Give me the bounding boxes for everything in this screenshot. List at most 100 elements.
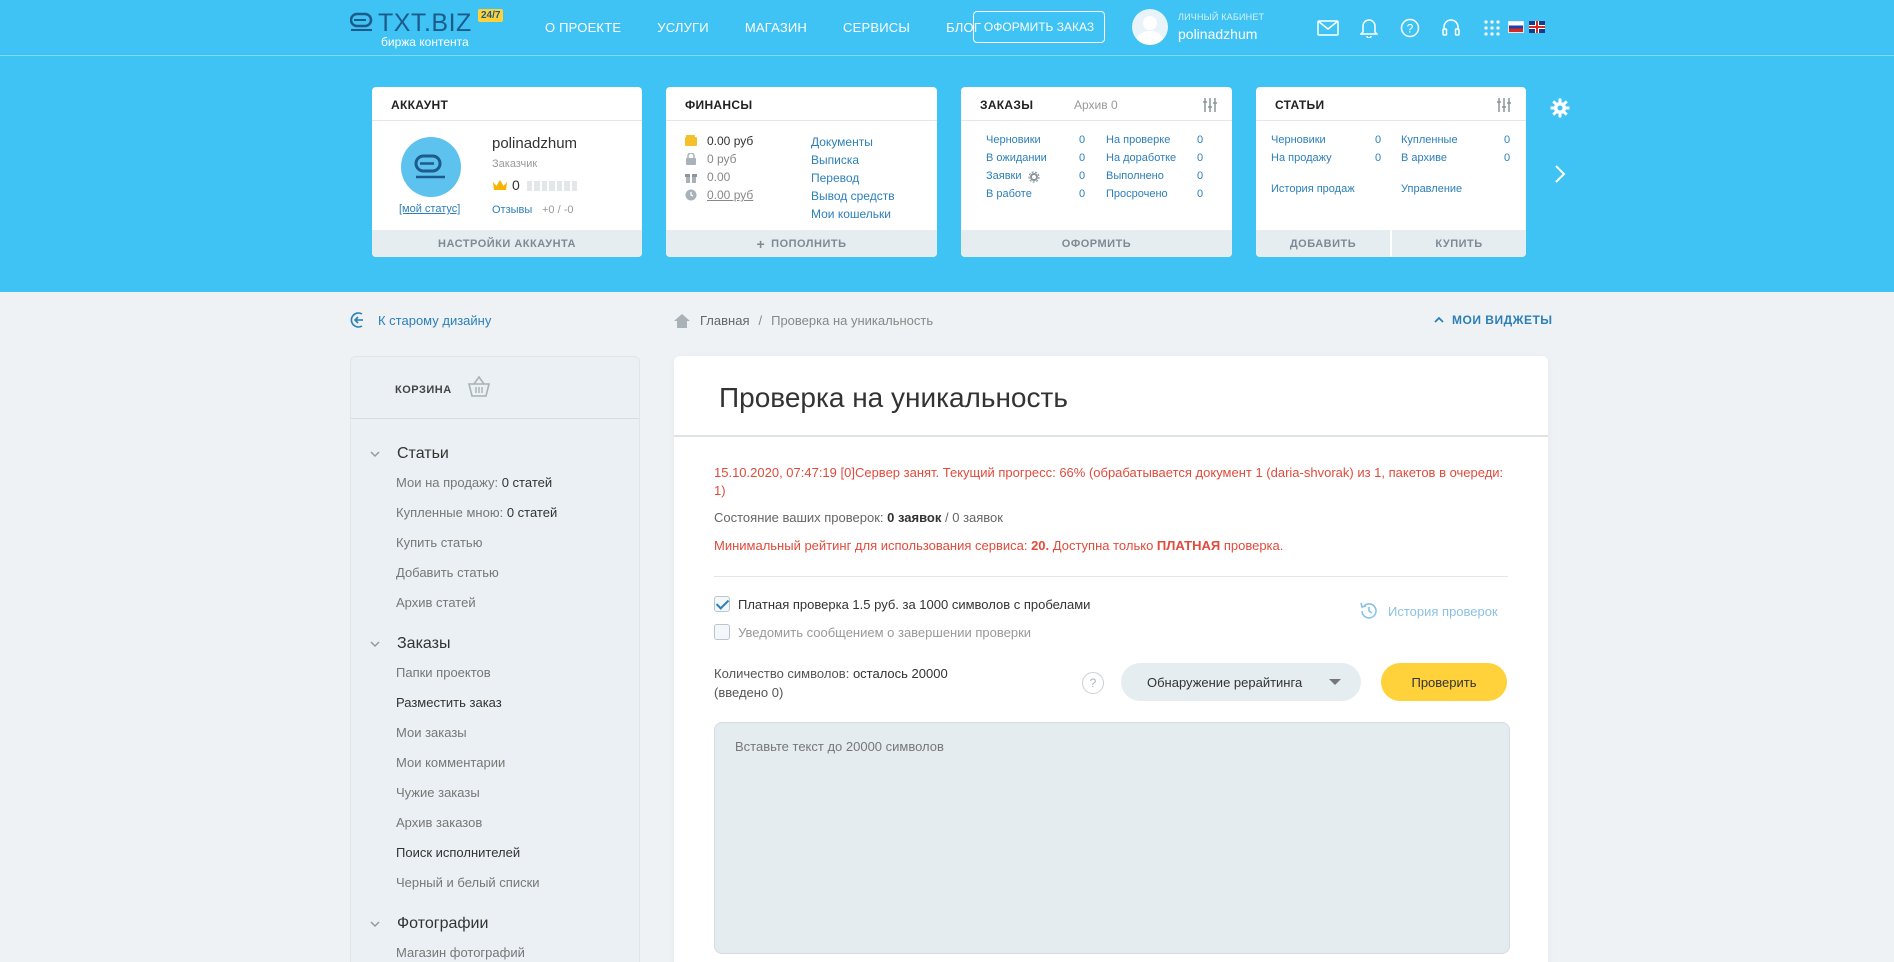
breadcrumb-home[interactable]: Главная	[700, 313, 749, 328]
orders-archive-link[interactable]: Архив 0	[1074, 98, 1118, 112]
bell-icon[interactable]	[1357, 16, 1381, 40]
withdraw-link[interactable]: Вывод средств	[811, 189, 895, 203]
check-button[interactable]: Проверить	[1381, 663, 1507, 701]
question-icon[interactable]: ?	[1082, 672, 1104, 694]
user-cabinet[interactable]: ЛИЧНЫЙ КАБИНЕТ polinadzhum	[1132, 8, 1282, 48]
orders-in-progress-link[interactable]: В работе	[986, 188, 1032, 200]
sidebar-item-my-for-sale[interactable]: Мои на продажу: 0 статей	[396, 475, 552, 490]
caret-down-icon	[1329, 679, 1341, 685]
help-icon[interactable]: ?	[1398, 16, 1422, 40]
sidebar-item-photo-shop[interactable]: Магазин фотографий	[396, 945, 525, 960]
home-icon[interactable]	[674, 313, 690, 328]
orders-overdue-link[interactable]: Просрочено	[1106, 188, 1168, 200]
top-up-button[interactable]: + ПОПОЛНИТЬ	[666, 230, 937, 257]
text-input[interactable]	[714, 722, 1510, 954]
widget-title: ФИНАНСЫ	[685, 98, 753, 112]
account-settings-button[interactable]: НАСТРОЙКИ АККАУНТА	[372, 230, 642, 257]
articles-for-sale-link[interactable]: На продажу	[1271, 152, 1332, 164]
logo-mark-icon	[350, 12, 373, 31]
statement-link[interactable]: Выписка	[811, 153, 859, 167]
sliders-icon[interactable]	[1496, 97, 1512, 113]
documents-link[interactable]: Документы	[811, 135, 873, 149]
chevron-down-icon	[370, 451, 380, 458]
sidebar-item-place-order[interactable]: Разместить заказ	[396, 695, 502, 710]
notify-checkbox[interactable]: Уведомить сообщением о завершении провер…	[714, 624, 1031, 640]
chevron-down-icon	[370, 641, 380, 648]
sidebar-item-articles-archive[interactable]: Архив статей	[396, 595, 476, 610]
nav-item-about[interactable]: О ПРОЕКТЕ	[545, 20, 621, 35]
nav-item-services[interactable]: УСЛУГИ	[657, 20, 709, 35]
add-article-button[interactable]: ДОБАВИТЬ	[1256, 230, 1390, 257]
sales-history-link[interactable]: История продаж	[1271, 183, 1355, 195]
logo[interactable]: TXT.BIZ 24/7 биржа контента	[350, 9, 510, 49]
check-mode-select[interactable]: Обнаружение рерайтинга	[1121, 663, 1361, 701]
buy-article-button[interactable]: КУПИТЬ	[1390, 230, 1526, 257]
create-order-button[interactable]: ОФОРМИТЬ	[961, 230, 1232, 257]
cabinet-label: ЛИЧНЫЙ КАБИНЕТ	[1178, 12, 1265, 22]
sidebar-item-buy-article[interactable]: Купить статью	[396, 535, 482, 550]
flag-ru-icon[interactable]	[1508, 21, 1524, 33]
articles-drafts-link[interactable]: Черновики	[1271, 134, 1326, 146]
headset-icon[interactable]	[1439, 16, 1463, 40]
top-navbar: TXT.BIZ 24/7 биржа контента О ПРОЕКТЕ УС…	[0, 0, 1894, 56]
orders-waiting-link[interactable]: В ожидании	[986, 152, 1047, 164]
checkbox-checked-icon[interactable]	[714, 596, 730, 612]
nav-item-shop[interactable]: МАГАЗИН	[745, 20, 807, 35]
checkbox-icon[interactable]	[714, 624, 730, 640]
articles-archive-link[interactable]: В архиве	[1401, 152, 1447, 164]
my-status-link[interactable]: [мой статус]	[399, 203, 460, 215]
place-order-button[interactable]: ОФОРМИТЬ ЗАКАЗ	[973, 11, 1105, 43]
plus-icon: +	[756, 235, 766, 252]
sidebar-item-bought[interactable]: Купленные мною: 0 статей	[396, 505, 557, 520]
sidebar-item-project-folders[interactable]: Папки проектов	[396, 665, 491, 680]
orders-done-link[interactable]: Выполнено	[1106, 170, 1164, 182]
widget-title: АККАУНТ	[391, 98, 449, 112]
account-avatar[interactable]	[401, 137, 461, 197]
chevron-down-icon	[370, 921, 380, 928]
transfer-link[interactable]: Перевод	[811, 171, 859, 185]
sidebar-item-orders-archive[interactable]: Архив заказов	[396, 815, 482, 830]
chevron-right-icon[interactable]	[1550, 164, 1570, 184]
sidebar-item-other-orders[interactable]: Чужие заказы	[396, 785, 480, 800]
min-rating-message: Минимальный рейтинг для использования се…	[714, 538, 1284, 553]
reviews-value: +0 / -0	[542, 204, 574, 216]
apps-grid-icon[interactable]	[1480, 16, 1504, 40]
orders-bids-link[interactable]: Заявки	[986, 170, 1022, 182]
orders-drafts-link[interactable]: Черновики	[986, 134, 1041, 146]
sidebar-section-articles[interactable]: Статьи	[369, 445, 449, 463]
sidebar-item-my-comments[interactable]: Мои комментарии	[396, 755, 505, 770]
sidebar-item-my-orders[interactable]: Мои заказы	[396, 725, 467, 740]
account-username: polinadzhum	[492, 135, 578, 152]
cart-label: КОРЗИНА	[395, 384, 452, 396]
balance-row: 0.00 руб	[685, 132, 753, 150]
avatar	[1132, 9, 1168, 45]
pending-row: 0.00 руб	[685, 186, 753, 204]
cart[interactable]: КОРЗИНА	[351, 357, 639, 419]
rating-bar	[527, 181, 577, 191]
sidebar-section-orders[interactable]: Заказы	[369, 635, 450, 653]
sliders-icon[interactable]	[1202, 97, 1218, 113]
sidebar-item-find-performers[interactable]: Поиск исполнителей	[396, 845, 520, 860]
flag-uk-icon[interactable]	[1529, 21, 1545, 33]
old-design-link[interactable]: К старому дизайну	[350, 311, 491, 329]
sidebar-item-black-white-lists[interactable]: Черный и белый списки	[396, 875, 540, 890]
gift-icon	[685, 174, 697, 183]
wallet-icon	[685, 135, 697, 146]
orders-review-link[interactable]: На проверке	[1106, 134, 1170, 146]
logout-circle-icon	[350, 312, 363, 328]
sidebar-item-add-article[interactable]: Добавить статью	[396, 565, 499, 580]
mail-icon[interactable]	[1316, 16, 1340, 40]
widgets-settings-gear-icon[interactable]	[1550, 98, 1570, 118]
orders-revision-link[interactable]: На доработке	[1106, 152, 1176, 164]
clock-icon	[685, 189, 697, 201]
wallets-link[interactable]: Мои кошельки	[811, 207, 891, 221]
nav-item-tools[interactable]: СЕРВИСЫ	[843, 20, 910, 35]
paid-check-checkbox[interactable]: Платная проверка 1.5 руб. за 1000 символ…	[714, 596, 1090, 612]
finance-widget: ФИНАНСЫ 0.00 руб 0 руб 0.00 0.00 руб Док…	[666, 87, 937, 257]
my-widgets-toggle[interactable]: МОИ ВИДЖЕТЫ	[1434, 313, 1553, 327]
sidebar-section-photos[interactable]: Фотографии	[369, 915, 488, 933]
articles-bought-link[interactable]: Купленные	[1401, 134, 1458, 146]
articles-manage-link[interactable]: Управление	[1401, 183, 1462, 195]
check-history-link[interactable]: История проверок	[1358, 600, 1498, 622]
reviews-link[interactable]: Отзывы	[492, 204, 532, 216]
